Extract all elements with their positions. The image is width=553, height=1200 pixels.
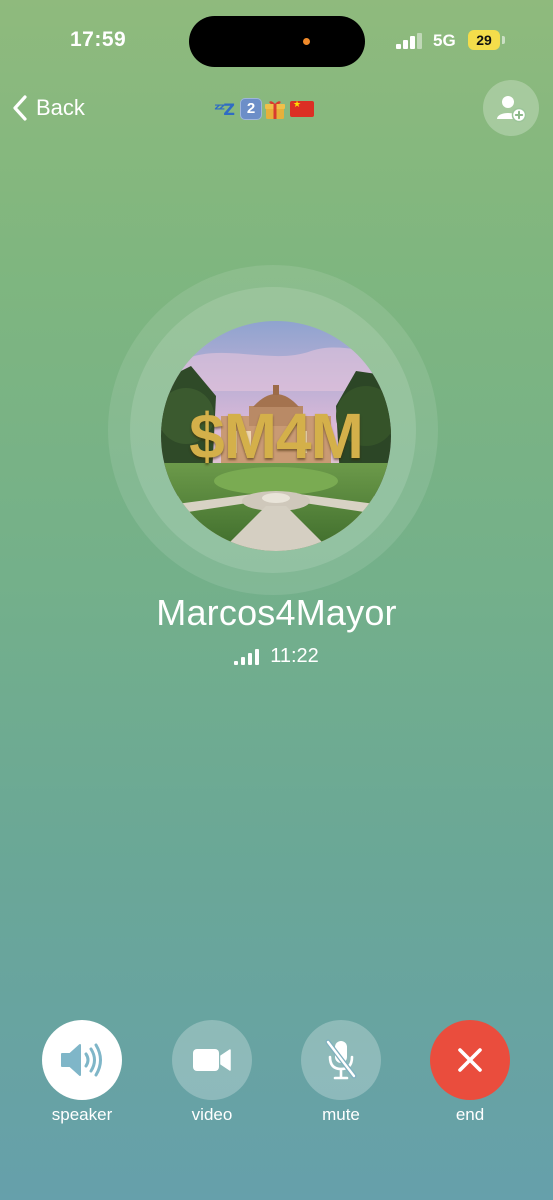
speaker-label: speaker: [51, 1105, 113, 1124]
china-flag-emoji-icon: [290, 100, 314, 117]
video-camera-icon: [193, 1049, 231, 1071]
speaker-control: speaker: [42, 1020, 122, 1125]
video-control: video: [172, 1020, 252, 1125]
end-control: end: [430, 1020, 510, 1125]
call-quality-signal-icon: [234, 648, 260, 665]
end-call-button[interactable]: [430, 1020, 510, 1100]
add-contact-icon: [497, 96, 526, 123]
zzz-emoji-icon: ᶻᶻZ: [214, 99, 235, 119]
mute-button[interactable]: [301, 1020, 381, 1100]
end-label: end: [455, 1105, 485, 1124]
speaker-icon: [61, 1043, 102, 1077]
speaker-button[interactable]: [42, 1020, 122, 1100]
battery-indicator: 29: [468, 30, 500, 50]
header-emoji-status: ᶻᶻZ 2: [214, 95, 339, 123]
chevron-left-icon: [13, 95, 27, 121]
caller-name: Marcos4Mayor: [156, 592, 397, 633]
call-duration: 11:22: [270, 645, 319, 667]
cellular-signal-icon: [396, 33, 422, 49]
video-button[interactable]: [172, 1020, 252, 1100]
recording-indicator: [303, 38, 310, 45]
status-bar: 17:59 5G 29: [0, 0, 553, 80]
network-type: 5G: [433, 31, 456, 50]
close-icon: [458, 1048, 482, 1072]
call-status: 11:22: [0, 645, 553, 668]
dynamic-island: [189, 16, 365, 67]
battery-tip: [502, 36, 505, 44]
microphone-off-icon: [325, 1039, 357, 1080]
back-button[interactable]: Back: [12, 92, 85, 124]
mute-control: mute: [301, 1020, 381, 1125]
avatar-text: $M4M: [189, 400, 364, 472]
add-contact-button[interactable]: [483, 80, 539, 136]
gift-emoji-icon: [264, 98, 286, 120]
status-time: 17:59: [70, 28, 127, 51]
back-label: Back: [36, 95, 85, 120]
keycap-two-emoji-icon: 2: [240, 98, 262, 120]
video-label: video: [191, 1105, 233, 1124]
mute-label: mute: [322, 1105, 360, 1124]
caller-avatar: $M4M: [161, 321, 391, 551]
